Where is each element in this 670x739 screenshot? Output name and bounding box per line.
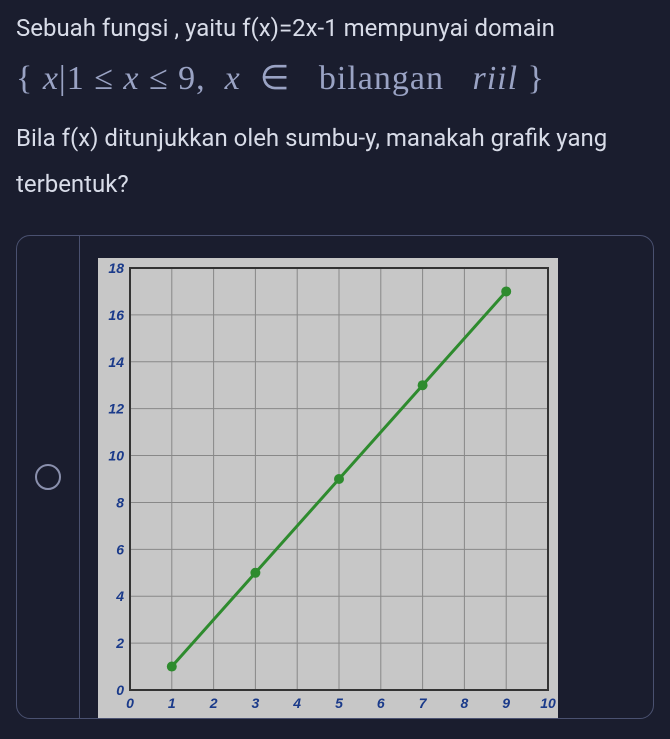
svg-text:7: 7 xyxy=(419,695,428,711)
svg-text:5: 5 xyxy=(335,695,343,711)
var-x-3: x xyxy=(225,60,241,97)
chart-container: 012345678910024681012141618 xyxy=(98,258,558,718)
domain-expression: { x|1 ≤ x ≤ 9, x ∈ bilangan riil } xyxy=(16,58,654,98)
svg-text:14: 14 xyxy=(108,354,124,370)
svg-text:12: 12 xyxy=(108,401,124,417)
such-that-bar: | xyxy=(59,60,67,97)
svg-text:10: 10 xyxy=(108,448,124,464)
line-chart: 012345678910024681012141618 xyxy=(98,258,558,718)
chart-column: 012345678910024681012141618 xyxy=(80,236,653,718)
svg-text:9: 9 xyxy=(502,695,510,711)
var-x-2: x xyxy=(123,60,139,97)
element-of: ∈ xyxy=(260,60,291,97)
svg-text:0: 0 xyxy=(126,695,134,711)
svg-text:0: 0 xyxy=(116,682,124,698)
lhs-1: 1 xyxy=(67,60,85,97)
brace-open: { xyxy=(16,60,33,97)
svg-text:16: 16 xyxy=(108,307,124,323)
svg-text:3: 3 xyxy=(252,695,260,711)
svg-text:10: 10 xyxy=(540,695,556,711)
svg-text:2: 2 xyxy=(115,635,124,651)
rhs-9: 9, xyxy=(178,60,206,97)
svg-text:8: 8 xyxy=(116,495,124,511)
leq-1: ≤ xyxy=(94,60,114,97)
svg-text:1: 1 xyxy=(168,695,176,711)
svg-text:6: 6 xyxy=(116,542,124,558)
question-line-2: Bila f(x) ditunjukkan oleh sumbu-y, mana… xyxy=(16,116,654,207)
var-x: x xyxy=(43,60,59,97)
answer-option[interactable]: 012345678910024681012141618 xyxy=(16,235,654,719)
set-name: bilangan xyxy=(319,60,444,97)
svg-text:2: 2 xyxy=(209,695,218,711)
svg-text:8: 8 xyxy=(461,695,469,711)
svg-text:18: 18 xyxy=(108,260,124,276)
riil: riil xyxy=(472,60,518,97)
svg-text:4: 4 xyxy=(292,695,301,711)
question-line-1: Sebuah fungsi , yaitu f(x)=2x-1 mempunya… xyxy=(16,10,654,46)
radio-column xyxy=(17,236,79,718)
svg-text:6: 6 xyxy=(377,695,385,711)
brace-close: } xyxy=(528,60,545,97)
radio-button[interactable] xyxy=(35,464,61,490)
svg-text:4: 4 xyxy=(115,588,124,604)
leq-2: ≤ xyxy=(149,60,169,97)
